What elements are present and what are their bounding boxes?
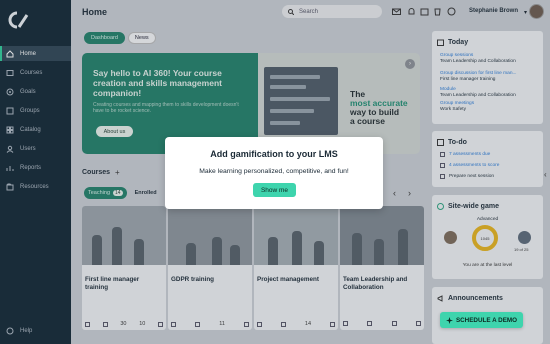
modal-title: Add gamification to your LMS [210,149,338,159]
modal-text: Make learning personalized, competitive,… [199,168,349,175]
app-window: Home Courses Goals Groups Catalog Users … [0,0,550,344]
schedule-demo-label: SCHEDULE A DEMO [455,316,518,324]
gamification-modal: Add gamification to your LMS Make learni… [165,137,383,209]
schedule-demo-button[interactable]: SCHEDULE A DEMO [440,312,523,328]
show-me-button[interactable]: Show me [253,183,296,197]
sparkle-icon [445,316,453,324]
